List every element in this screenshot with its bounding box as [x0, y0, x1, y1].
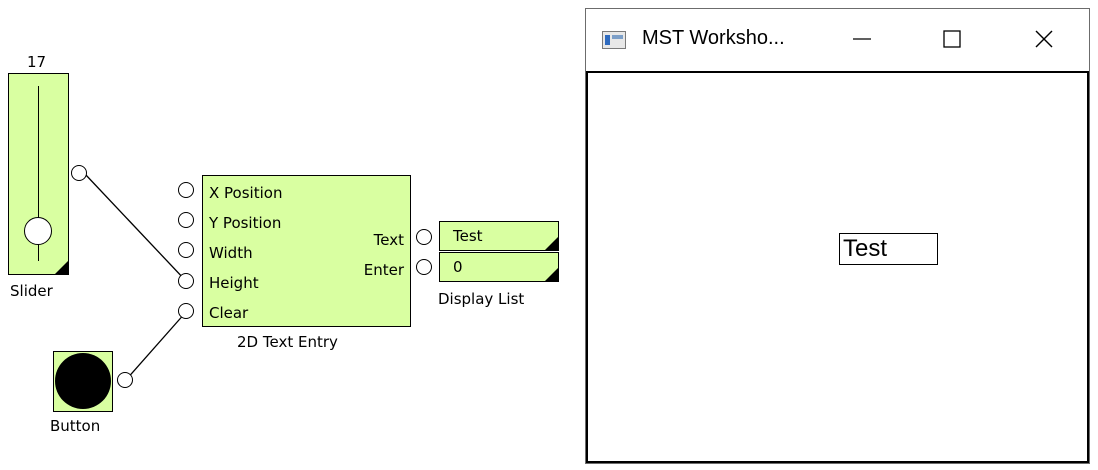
display-list-row-1[interactable]: Test: [439, 221, 559, 251]
mst-workshop-window[interactable]: MST Worksho...: [585, 8, 1090, 464]
output-label-enter: Enter: [363, 261, 404, 279]
slider-resize-corner[interactable]: [55, 261, 68, 274]
text-entry-block-title: 2D Text Entry: [237, 333, 338, 351]
app-icon: [602, 31, 626, 49]
button-circle[interactable]: [55, 353, 111, 409]
display-list-title: Display List: [438, 290, 525, 308]
display-list-value-2: 0: [453, 258, 463, 276]
minimize-icon: [853, 38, 871, 40]
button-block[interactable]: [53, 351, 113, 412]
text-entry-field[interactable]: [839, 233, 938, 265]
window-title: MST Worksho...: [642, 27, 785, 49]
canvas[interactable]: 17 Slider Button X Position Y Position W…: [0, 0, 1098, 470]
button-label: Button: [50, 417, 101, 435]
x-position-port[interactable]: [178, 182, 194, 198]
width-port[interactable]: [178, 242, 194, 258]
wire-button-to-clear: [124, 311, 187, 382]
maximize-button[interactable]: [929, 19, 975, 59]
display-list-resize-corner-2[interactable]: [545, 268, 558, 281]
y-position-port[interactable]: [178, 212, 194, 228]
clear-port[interactable]: [178, 303, 194, 319]
text-output-port[interactable]: [416, 229, 432, 245]
slider-block[interactable]: [8, 73, 69, 275]
display-list-row-2[interactable]: 0: [439, 252, 559, 282]
input-label-width: Width: [209, 244, 253, 262]
display-list-resize-corner-1[interactable]: [545, 237, 558, 250]
button-output-port[interactable]: [117, 372, 133, 388]
slider-label: Slider: [10, 282, 53, 300]
window-client-area: [586, 73, 1089, 463]
enter-output-port[interactable]: [416, 259, 432, 275]
slider-value: 17: [27, 53, 47, 71]
input-label-y-position: Y Position: [209, 214, 282, 232]
maximize-icon: [943, 30, 961, 48]
input-label-x-position: X Position: [209, 184, 283, 202]
height-port[interactable]: [178, 273, 194, 289]
wire-slider-to-height: [84, 173, 187, 282]
window-titlebar[interactable]: MST Worksho...: [586, 9, 1089, 73]
minimize-button[interactable]: [839, 19, 885, 59]
input-label-height: Height: [209, 274, 259, 292]
output-label-text: Text: [373, 231, 404, 249]
close-button[interactable]: [1021, 19, 1067, 59]
text-entry-block[interactable]: X Position Y Position Width Height Clear…: [202, 175, 411, 327]
slider-thumb[interactable]: [24, 217, 52, 245]
close-icon: [1035, 30, 1053, 48]
input-label-clear: Clear: [209, 304, 249, 322]
display-list-value-1: Test: [453, 227, 483, 245]
slider-output-port[interactable]: [71, 165, 87, 181]
